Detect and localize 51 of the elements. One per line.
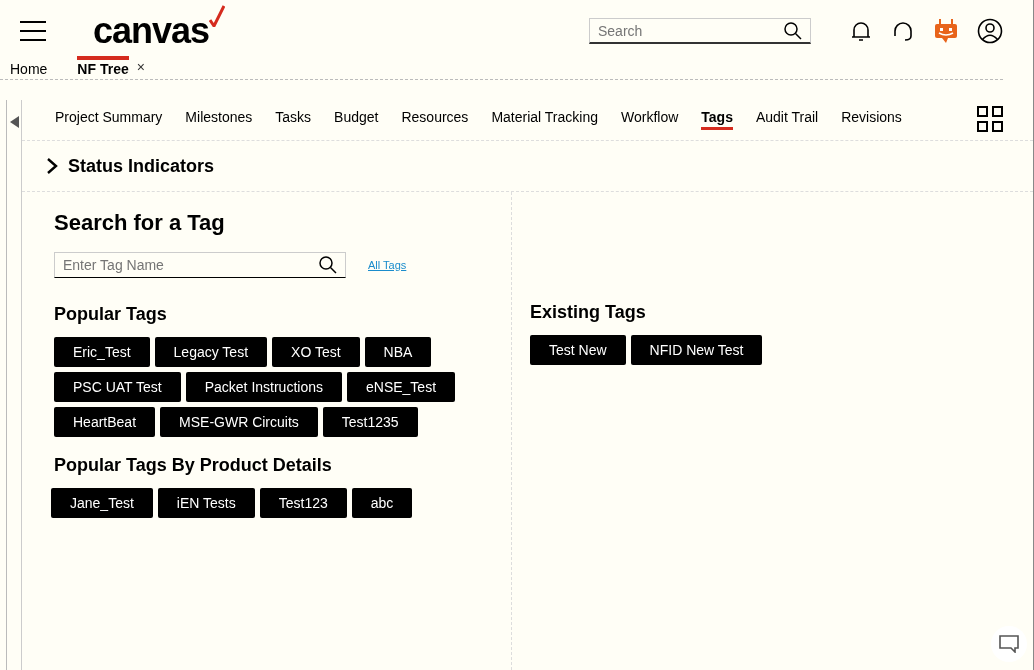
section-heading: Popular Tags	[54, 304, 168, 325]
user-icon[interactable]	[977, 18, 1003, 44]
robot-icon[interactable]	[933, 18, 959, 44]
logo: canvas	[93, 13, 210, 49]
nav-tab[interactable]: Revisions	[841, 108, 902, 130]
nav-tab[interactable]: Milestones	[185, 108, 253, 130]
tag-chip[interactable]: Jane_Test	[51, 488, 153, 518]
headset-icon[interactable]	[891, 19, 915, 43]
tag-chip[interactable]: eNSE_Test	[347, 372, 456, 402]
tag-chip[interactable]: Packet Instructions	[185, 372, 342, 402]
menu-icon[interactable]	[20, 21, 46, 41]
tag-chip[interactable]: NFID New Test	[630, 335, 763, 365]
nav-tab[interactable]: Resources	[401, 108, 469, 130]
checkmark-icon	[209, 5, 226, 27]
nav-tab[interactable]: Project Summary	[55, 108, 163, 130]
tag-chip[interactable]: abc	[351, 488, 413, 518]
tag-chip[interactable]: Test1235	[322, 407, 418, 437]
close-tab-button[interactable]: ×	[136, 58, 145, 75]
section-heading: Existing Tags	[530, 302, 647, 323]
section-title: Status Indicators	[68, 155, 215, 177]
bell-icon[interactable]	[849, 19, 873, 43]
tag-chip[interactable]: PSC UAT Test	[54, 372, 181, 402]
nav-tab[interactable]: Tags	[701, 108, 733, 130]
panel-title: Search for a Tag	[54, 210, 226, 236]
search-field[interactable]: Search	[589, 18, 811, 44]
tag-chip[interactable]: XO Test	[272, 337, 360, 367]
collapse-icon[interactable]	[9, 116, 19, 128]
search-icon[interactable]	[319, 256, 337, 274]
tag-chip[interactable]: Test New	[530, 335, 626, 365]
tag-chip[interactable]: Test123	[259, 488, 347, 518]
open-tab[interactable]: NF Tree	[77, 56, 129, 77]
chevron-icon[interactable]	[46, 157, 58, 175]
nav-tab[interactable]: Workflow	[620, 108, 679, 130]
tag-chip[interactable]: Legacy Test	[154, 337, 268, 367]
all-tags-link[interactable]: All Tags	[368, 259, 407, 271]
chat-button[interactable]	[991, 626, 1027, 662]
grid-icon[interactable]	[977, 106, 1003, 132]
tag-chip[interactable]: NBA	[364, 337, 432, 367]
tag-chip[interactable]: Eric_Test	[54, 337, 150, 367]
chat-icon[interactable]	[999, 635, 1019, 653]
open-tab[interactable]: Home	[10, 56, 48, 77]
nav-tab[interactable]: Audit Trail	[755, 108, 819, 130]
nav-tab[interactable]: Budget	[334, 108, 379, 130]
tag-chip[interactable]: HeartBeat	[54, 407, 156, 437]
section-heading: Popular Tags By Product Details	[54, 455, 333, 476]
search-icon[interactable]	[784, 22, 802, 40]
tag-search-field[interactable]: Enter Tag Name	[54, 252, 346, 278]
nav-tab[interactable]: Material Tracking	[491, 108, 598, 130]
nav-tab[interactable]: Tasks	[275, 108, 312, 130]
tag-chip[interactable]: MSE-GWR Circuits	[160, 407, 318, 437]
tag-chip[interactable]: iEN Tests	[157, 488, 255, 518]
